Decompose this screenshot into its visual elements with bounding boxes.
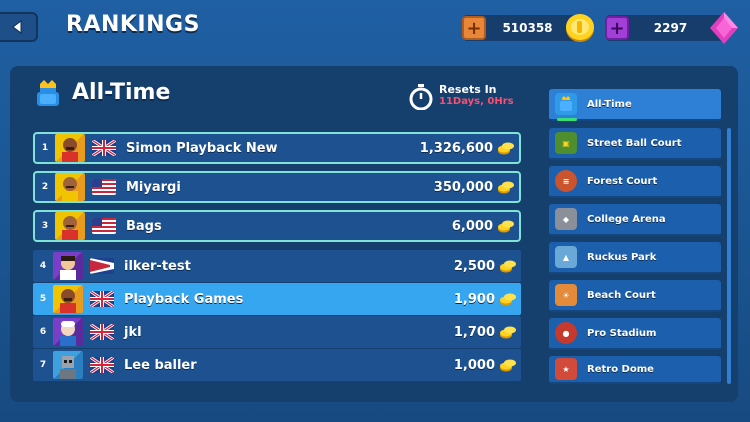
court-tab-ruckus-park[interactable]: ▲ Ruckus Park — [549, 242, 721, 274]
back-button[interactable] — [0, 12, 38, 42]
reset-countdown: 11Days, 0Hrs — [439, 96, 514, 107]
court-list-scrollbar[interactable] — [727, 128, 731, 384]
coin-stack-icon — [498, 220, 514, 233]
player-score: 2,500 — [453, 258, 495, 274]
rank-number: 7 — [39, 360, 47, 370]
player-score: 6,000 — [451, 218, 493, 234]
player-score: 1,326,600 — [419, 140, 493, 156]
beach-court-icon: ☀ — [555, 284, 577, 306]
rank-number: 2 — [41, 182, 49, 192]
buy-coins-button[interactable]: + — [462, 16, 486, 40]
court-name: Pro Stadium — [587, 327, 657, 339]
court-name: Street Ball Court — [587, 137, 682, 149]
player-score: 1,900 — [453, 291, 495, 307]
player-name: ilker-test — [124, 258, 191, 274]
player-name: Playback Games — [124, 291, 244, 307]
court-tab-street-ball-court[interactable]: ▣ Street Ball Court — [549, 128, 721, 160]
street-court-icon: ▣ — [555, 132, 577, 154]
rank-number: 1 — [41, 143, 49, 153]
coin-stack-icon — [500, 326, 516, 339]
court-name: Forest Court — [587, 175, 658, 187]
court-name: All-Time — [587, 98, 632, 110]
trophy-player-icon — [37, 80, 59, 106]
gold-coin-icon — [566, 14, 594, 42]
active-indicator — [557, 118, 577, 121]
player-name: Miyargi — [126, 179, 181, 195]
court-tab-forest-court[interactable]: ≡ Forest Court — [549, 166, 721, 198]
coin-stack-icon — [498, 142, 514, 155]
rank-number: 3 — [41, 221, 49, 231]
buy-gems-button[interactable]: + — [605, 16, 629, 40]
page-title: RANKINGS — [66, 12, 200, 37]
player-name: Bags — [126, 218, 162, 234]
player-score: 1,700 — [453, 324, 495, 340]
reset-label: Resets In — [439, 83, 497, 96]
forest-court-icon: ≡ — [555, 170, 577, 192]
uk-flag-icon — [90, 357, 114, 373]
court-tab-retro-dome[interactable]: ★ Retro Dome — [549, 356, 721, 384]
leaderboard-row[interactable]: 3 Bags 6,000 — [33, 210, 521, 242]
uk-flag-icon — [90, 324, 114, 340]
leaderboard-row[interactable]: 6 jkl 1,700 — [33, 316, 521, 348]
court-name: College Arena — [587, 213, 666, 225]
player-avatar — [53, 285, 83, 313]
player-avatar — [53, 318, 83, 346]
coin-stack-icon — [500, 260, 516, 273]
player-avatar — [55, 173, 85, 201]
uk-flag-icon — [92, 140, 116, 156]
coin-stack-icon — [498, 181, 514, 194]
court-tab-beach-court[interactable]: ☀ Beach Court — [549, 280, 721, 312]
player-score: 350,000 — [433, 179, 493, 195]
rank-number: 5 — [39, 294, 47, 304]
rank-number: 6 — [39, 327, 47, 337]
pro-stadium-icon: ● — [555, 322, 577, 344]
coin-stack-icon — [500, 359, 516, 372]
us-flag-icon — [92, 179, 116, 195]
back-arrow-icon — [12, 20, 22, 34]
leaderboard-row[interactable]: 7 Lee baller 1,000 — [33, 349, 521, 381]
player-name: Simon Playback New — [126, 140, 278, 156]
trophy-player-icon — [555, 93, 577, 115]
court-name: Retro Dome — [587, 363, 654, 375]
player-avatar — [53, 252, 83, 280]
ruckus-park-icon: ▲ — [555, 246, 577, 268]
court-tab-pro-stadium[interactable]: ● Pro Stadium — [549, 318, 721, 350]
player-avatar — [55, 134, 85, 162]
leaderboard-row-current-player[interactable]: 5 Playback Games 1,900 — [33, 283, 521, 315]
player-score: 1,000 — [453, 357, 495, 373]
college-arena-icon: ◆ — [555, 208, 577, 230]
pennant-flag-icon — [90, 258, 114, 274]
rank-number: 4 — [39, 261, 47, 271]
court-tab-college-arena[interactable]: ◆ College Arena — [549, 204, 721, 236]
player-avatar — [53, 351, 83, 379]
court-tab-all-time[interactable]: All-Time — [549, 89, 721, 121]
court-name: Beach Court — [587, 289, 656, 301]
leaderboard-row[interactable]: 2 Miyargi 350,000 — [33, 171, 521, 203]
us-flag-icon — [92, 218, 116, 234]
court-name: Ruckus Park — [587, 251, 657, 263]
pink-gem-icon — [710, 12, 738, 44]
stopwatch-icon — [409, 84, 433, 110]
player-name: jkl — [124, 324, 142, 340]
uk-flag-icon — [90, 291, 114, 307]
player-name: Lee baller — [124, 357, 197, 373]
leaderboard-row[interactable]: 4 ilker-test 2,500 — [33, 250, 521, 282]
player-avatar — [55, 212, 85, 240]
leaderboard-title: All-Time — [72, 80, 171, 105]
retro-dome-icon: ★ — [555, 358, 577, 380]
leaderboard-row[interactable]: 1 Simon Playback New 1,326,600 — [33, 132, 521, 164]
coin-stack-icon — [500, 293, 516, 306]
